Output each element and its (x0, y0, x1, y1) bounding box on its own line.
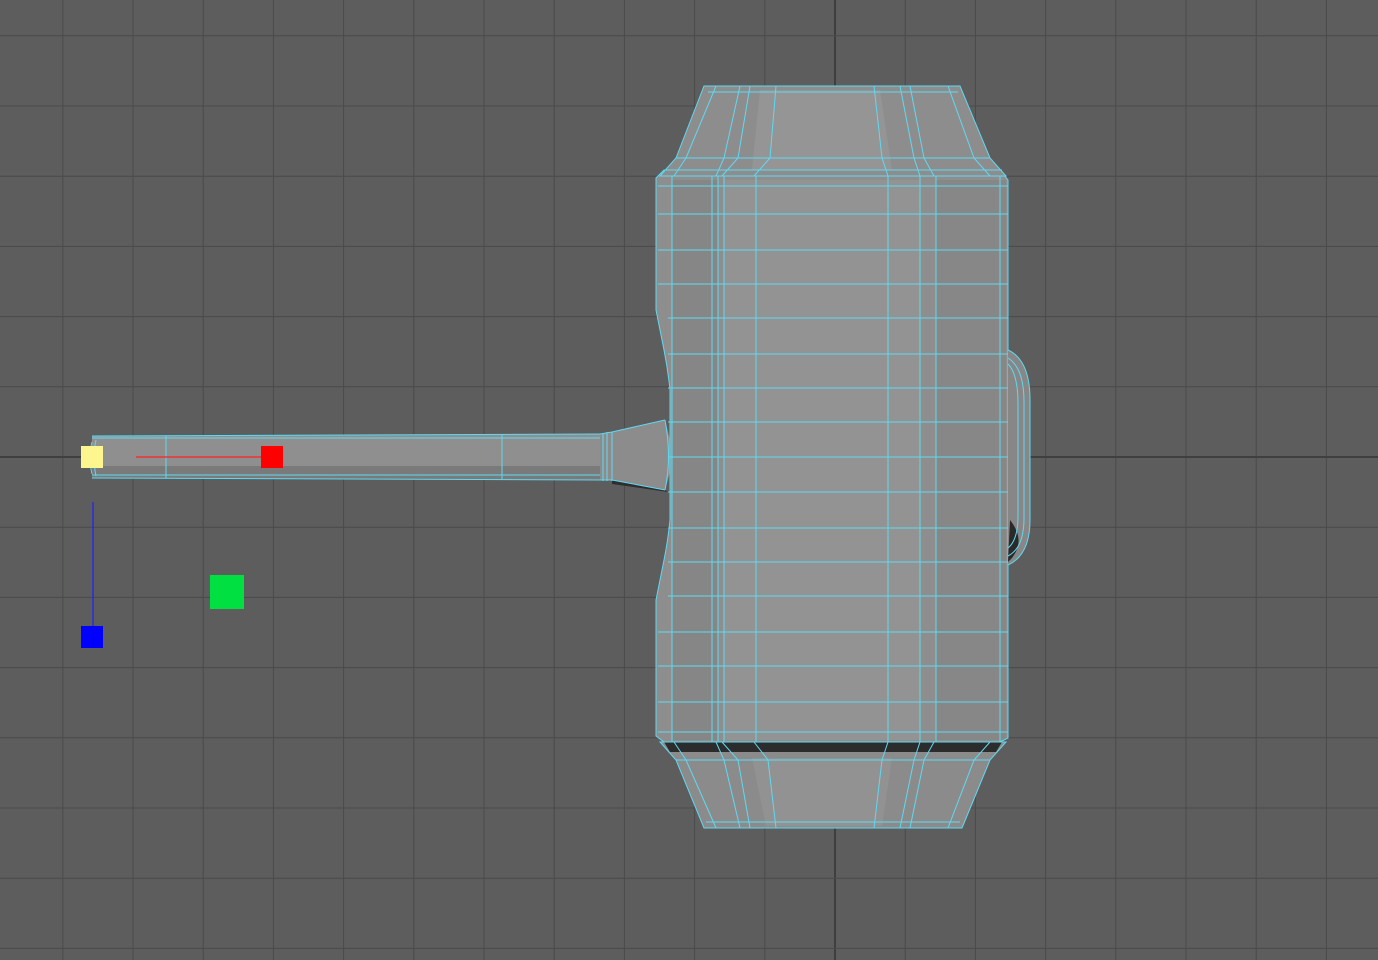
x-axis-handle[interactable] (261, 446, 283, 468)
hammer-head[interactable] (655, 169, 1009, 743)
hammer-back-knob[interactable] (1007, 349, 1031, 566)
hammer-neck[interactable] (599, 419, 670, 492)
3d-viewport[interactable] (0, 0, 1378, 960)
hammer-cap-bottom[interactable] (658, 741, 1008, 829)
y-axis-handle[interactable] (210, 575, 244, 609)
pivot-handle[interactable] (81, 446, 103, 468)
viewport-canvas[interactable] (0, 0, 1378, 960)
hammer-cap-top[interactable] (658, 85, 1008, 177)
z-axis-handle[interactable] (81, 626, 103, 648)
